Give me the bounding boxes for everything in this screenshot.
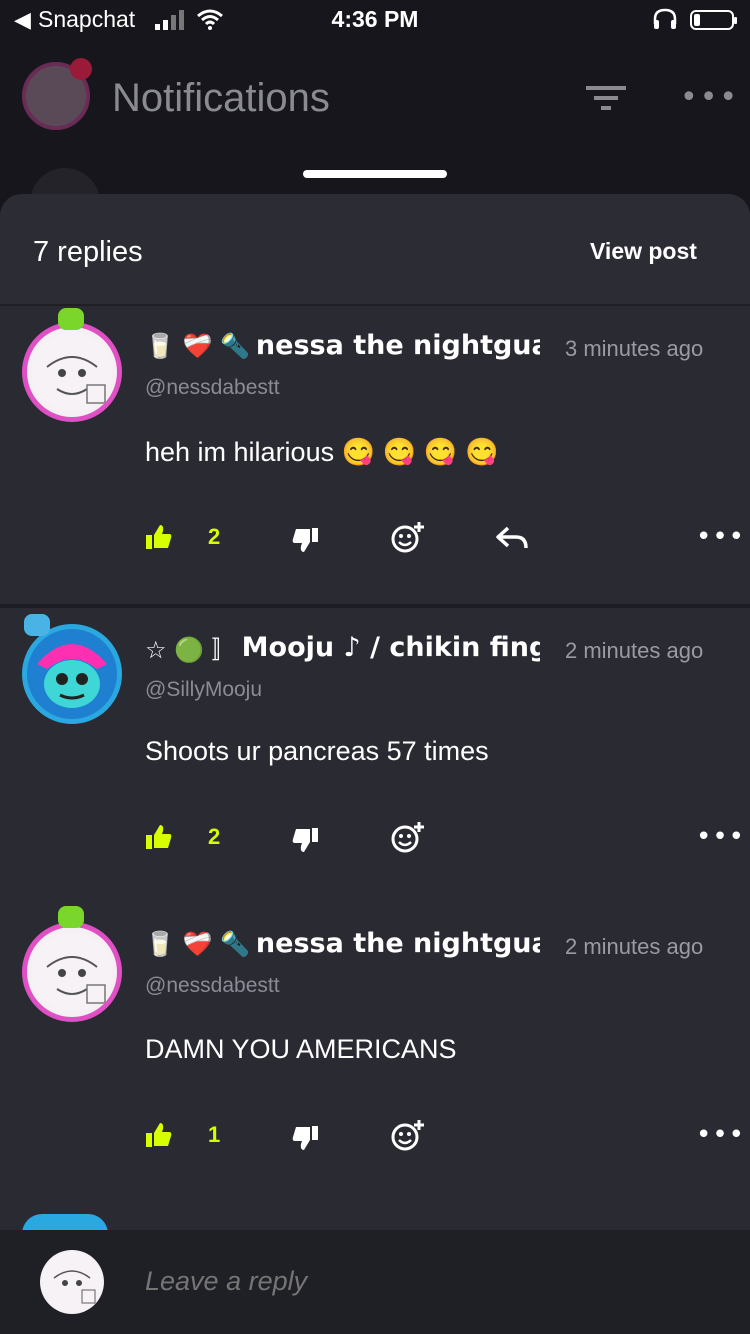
- like-count: 2: [208, 524, 221, 549]
- comment-more-icon[interactable]: •••: [696, 1120, 745, 1150]
- notification-dot: [70, 58, 92, 80]
- comment-more-icon[interactable]: •••: [696, 522, 745, 552]
- page-title: Notifications: [112, 76, 330, 120]
- author-name: nessa the nightguard: [255, 330, 540, 361]
- author-emojis: ☆ 🟢 〛: [145, 636, 236, 664]
- comment-list: 🥛 ❤️‍🩹 🔦nessa the nightguard 3 minutes a…: [0, 308, 750, 1206]
- frog-badge-icon: [58, 906, 84, 928]
- like-button[interactable]: 1: [146, 1122, 220, 1148]
- view-post-button[interactable]: View post: [590, 238, 697, 265]
- filter-icon[interactable]: [586, 84, 626, 112]
- reply-count: 7 replies: [33, 236, 143, 268]
- comment-time: 2 minutes ago: [565, 934, 704, 959]
- thumbs-down-icon: [292, 528, 318, 552]
- comment-author[interactable]: ☆ 🟢 〛Mooju ♪ / chikin fingers: [145, 630, 540, 670]
- more-icon[interactable]: •••: [680, 80, 739, 115]
- author-emojis: 🥛 ❤️‍🩹 🔦: [145, 331, 250, 360]
- avatar: [40, 1250, 104, 1314]
- dislike-button[interactable]: [292, 1126, 318, 1150]
- like-button[interactable]: 2: [146, 824, 220, 850]
- comment-time: 3 minutes ago: [565, 336, 704, 361]
- clock: 4:36 PM: [331, 6, 419, 32]
- author-handle[interactable]: @nessdabestt: [145, 974, 280, 998]
- add-reaction-button[interactable]: [390, 520, 426, 554]
- like-button[interactable]: 2: [146, 524, 220, 550]
- comment-item: 🥛 ❤️‍🩹 🔦nessa the nightguard 2 minutes a…: [0, 906, 750, 1206]
- avatar[interactable]: [22, 624, 122, 724]
- comment-text: heh im hilarious 😋 😋 😋 😋: [145, 437, 499, 467]
- comment-item: ☆ 🟢 〛Mooju ♪ / chikin fingers 2 minutes …: [0, 608, 750, 906]
- like-count: 2: [208, 824, 221, 849]
- comment-time: 2 minutes ago: [565, 638, 704, 663]
- sheet-drag-handle[interactable]: [303, 170, 447, 178]
- avatar[interactable]: [22, 322, 122, 422]
- comment-author[interactable]: 🥛 ❤️‍🩹 🔦nessa the nightguard: [145, 928, 540, 968]
- comment-text: DAMN YOU AMERICANS: [145, 1034, 457, 1064]
- add-reaction-icon: [391, 522, 424, 553]
- thumbs-down-icon: [292, 1126, 318, 1150]
- sheet-header: 7 replies View post: [0, 194, 750, 306]
- thumbs-up-icon: [146, 1123, 172, 1147]
- reply-button[interactable]: [496, 526, 528, 550]
- add-reaction-icon: [391, 822, 424, 853]
- author-handle[interactable]: @nessdabestt: [145, 376, 280, 400]
- add-reaction-button[interactable]: [390, 820, 426, 854]
- headphones-icon: [653, 8, 677, 29]
- thumbs-up-icon: [146, 825, 172, 849]
- author-name: Mooju ♪ / chikin fingers: [241, 632, 540, 663]
- author-handle[interactable]: @SillyMooju: [145, 678, 262, 702]
- add-reaction-icon: [391, 1120, 424, 1151]
- author-emojis: 🥛 ❤️‍🩹 🔦: [145, 929, 250, 958]
- frog-badge-icon: [58, 308, 84, 330]
- avatar[interactable]: [22, 922, 122, 1022]
- comment-more-icon[interactable]: •••: [696, 822, 745, 852]
- like-count: 1: [208, 1122, 221, 1147]
- reply-bar: [0, 1230, 750, 1334]
- badge-icon: [24, 614, 50, 636]
- dislike-button[interactable]: [292, 528, 318, 552]
- add-reaction-button[interactable]: [390, 1118, 426, 1152]
- thumbs-up-icon: [146, 525, 172, 549]
- avatar-art-icon: [42, 1252, 102, 1312]
- replies-sheet: 7 replies View post 🥛 ❤️‍🩹 🔦 nessa the ni…: [0, 194, 750, 1334]
- thumbs-down-icon: [292, 828, 318, 852]
- avatar-art-icon: [32, 332, 112, 412]
- reply-input[interactable]: [145, 1266, 705, 1297]
- reply-arrow-icon: [496, 526, 528, 549]
- comment-author[interactable]: 🥛 ❤️‍🩹 🔦nessa the nightguard: [145, 330, 540, 370]
- battery-icon: [690, 10, 737, 30]
- comment-text: Shoots ur pancreas 57 times: [145, 736, 489, 766]
- avatar-art-icon: [30, 632, 114, 716]
- dislike-button[interactable]: [292, 828, 318, 852]
- status-bar: ◀ Snapchat 4:36 PM: [0, 0, 750, 40]
- avatar-art-icon: [32, 932, 112, 1012]
- comment-item: 🥛 ❤️‍🩹 🔦nessa the nightguard 3 minutes a…: [0, 308, 750, 608]
- author-name: nessa the nightguard: [255, 928, 540, 959]
